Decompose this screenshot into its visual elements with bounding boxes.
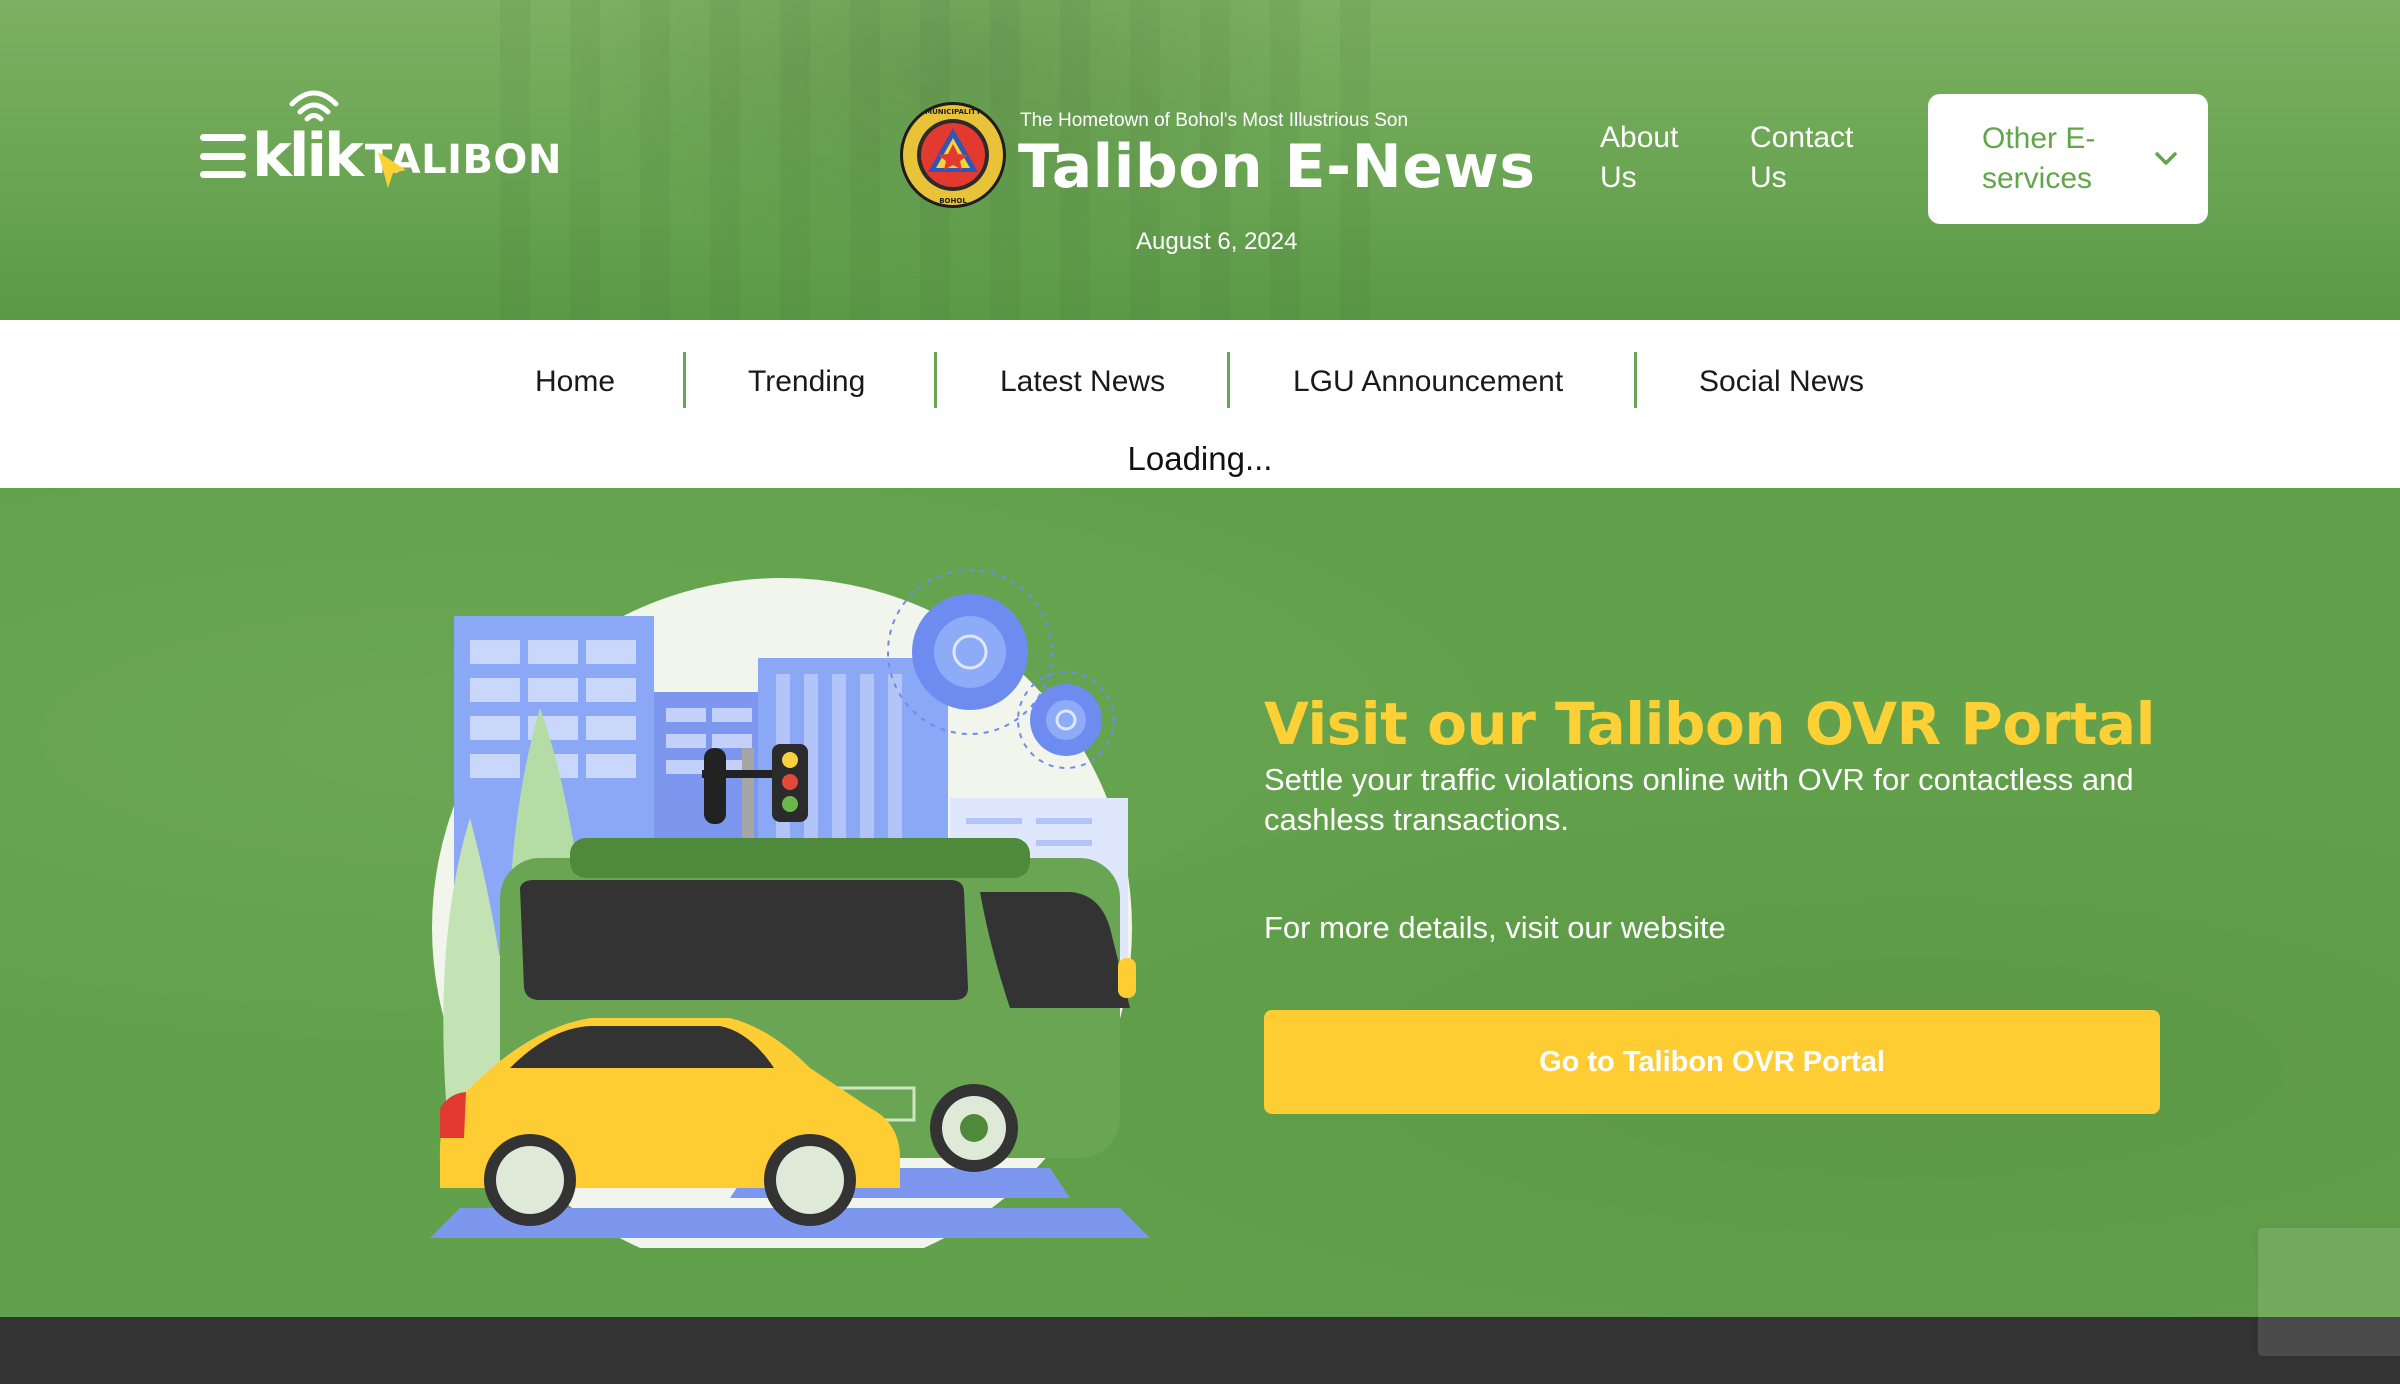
nav-divider [934,352,937,408]
go-to-ovr-portal-button[interactable]: Go to Talibon OVR Portal [1264,1010,2160,1114]
brand-klik: klik [252,90,406,188]
promo-description: Settle your traffic violations online wi… [1264,762,2134,837]
loading-status: Loading... [1127,440,1273,477]
nav-trending[interactable]: Trending [748,352,865,412]
nav-lgu-announcement[interactable]: LGU Announcement [1293,352,1563,412]
about-us-link[interactable]: About Us [1600,118,1720,198]
gear-icon [1017,671,1115,769]
nav-divider [683,352,686,408]
site-header: klik TALIBON MUNICIPALITY BOHOL The Home… [0,0,2400,320]
contact-us-link[interactable]: Contact Us [1750,118,1880,198]
svg-text:MUNICIPALITY: MUNICIPALITY [925,108,982,116]
main-nav: Home Trending Latest News LGU Announceme… [0,320,2400,488]
site-footer [0,1317,2400,1384]
svg-text:BOHOL: BOHOL [939,197,967,205]
municipal-seal: MUNICIPALITY BOHOL [900,102,1006,208]
cursor-icon [378,152,406,188]
nav-home[interactable]: Home [535,352,615,412]
nav-latest-news[interactable]: Latest News [1000,352,1165,412]
other-eservices-label: Other E-services [1982,122,2096,195]
chevron-down-icon [2155,152,2177,165]
site-title[interactable]: Talibon E-News [1018,132,1536,202]
promo-title: Visit our Talibon OVR Portal [1264,690,2156,758]
current-date: August 6, 2024 [1136,228,1298,255]
nav-divider [1227,352,1230,408]
nav-social-news[interactable]: Social News [1699,352,1864,412]
ovr-promo-section: Visit our Talibon OVR Portal Settle your… [0,488,2400,1317]
hamburger-icon[interactable] [200,134,246,178]
promo-more-details: For more details, visit our website [1264,910,1726,945]
recaptcha-badge[interactable] [2258,1228,2400,1356]
traffic-illustration [430,569,1150,1248]
other-eservices-dropdown[interactable]: Other E-services [1928,94,2208,224]
tagline: The Hometown of Bohol's Most Illustrious… [1020,110,1409,131]
nav-divider [1634,352,1637,408]
brand-logo[interactable]: klik TALIBON [200,90,562,188]
wifi-icon [289,90,339,122]
